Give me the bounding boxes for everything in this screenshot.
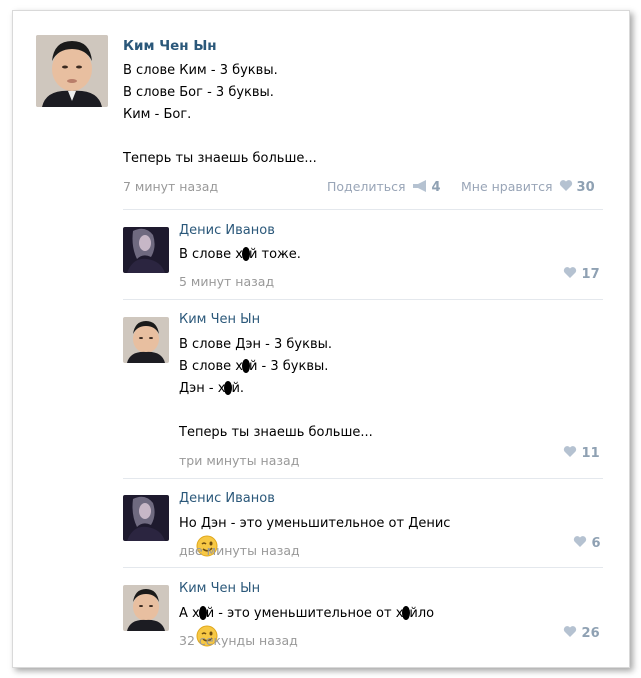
comment-text-part: й. (231, 381, 245, 396)
heart-icon (563, 626, 577, 637)
divider (123, 567, 603, 568)
comment-author-name[interactable]: Денис Иванов (179, 491, 275, 506)
comment-text: В слове х й тоже. (179, 244, 301, 266)
author-avatar[interactable] (36, 35, 108, 107)
post-text-line: В слове Ким - 3 буквы. (123, 63, 278, 78)
megaphone-icon (412, 180, 426, 192)
post-timestamp[interactable]: 7 минут назад (123, 179, 218, 194)
post-text-line: Теперь ты знаешь больше... (123, 151, 317, 166)
comment-like-button[interactable]: 26 (563, 625, 600, 641)
commenter-avatar[interactable] (123, 585, 169, 631)
comment-author-name[interactable]: Ким Чен Ын (179, 581, 260, 596)
comment-timestamp[interactable]: 5 минут назад (179, 274, 274, 289)
heart-icon (563, 267, 577, 278)
comment-text-part: й - это уменьшительное от х (205, 606, 404, 621)
post-text-line: Ким - Бог. (123, 107, 192, 122)
comment-author-name[interactable]: Денис Иванов (179, 223, 275, 238)
commenter-avatar[interactable] (123, 317, 169, 363)
share-label: Поделиться (327, 179, 406, 194)
comment-like-button[interactable]: 17 (563, 266, 600, 282)
comment-like-count: 11 (581, 446, 600, 461)
comment-like-button[interactable]: 6 (573, 535, 601, 551)
divider (123, 478, 603, 479)
post-text-line: В слове Бог - 3 буквы. (123, 85, 274, 100)
heart-icon (563, 446, 577, 457)
comment-like-count: 6 (591, 536, 601, 551)
comment-like-count: 17 (581, 267, 600, 282)
wall-post-card: Ким Чен Ын В слове Ким - 3 буквы. В слов… (12, 10, 630, 668)
comment-text-part: В слове х (179, 359, 243, 374)
comment-timestamp[interactable]: две минуты назад (179, 543, 300, 558)
heart-icon (559, 180, 572, 191)
commenter-avatar[interactable] (123, 495, 169, 541)
divider (123, 209, 603, 210)
post-author-name[interactable]: Ким Чен Ын (123, 38, 217, 54)
comment-text-line: В слове х й - 3 буквы. (179, 356, 328, 378)
comment-text-part: йло (409, 606, 435, 621)
comment-text-part: А х (179, 606, 200, 621)
commenter-avatar[interactable] (123, 227, 169, 273)
comment-text-part: й - 3 буквы. (248, 359, 329, 374)
comment-text-part: В слове х (179, 247, 243, 262)
like-count: 30 (576, 180, 595, 195)
heart-icon (573, 536, 587, 547)
comment-text-part: Но Дэн - это уменьшительное от Денис (179, 516, 451, 531)
comment-timestamp[interactable]: 32 секунды назад (179, 633, 298, 648)
comment-timestamp[interactable]: три минуты назад (179, 453, 299, 468)
comment-text-part: й тоже. (248, 247, 301, 262)
divider (123, 299, 603, 300)
comment-text-line: Дэн - х й. (179, 378, 244, 400)
comment-text-part: Дэн - х (179, 381, 226, 396)
comment-like-count: 26 (581, 626, 600, 641)
like-label: Мне нравится (461, 179, 553, 194)
comment-text-line: В слове Дэн - 3 буквы. (179, 337, 333, 352)
comment-text-line: Теперь ты знаешь больше... (179, 425, 373, 440)
like-button[interactable]: Мне нравится 30 (461, 179, 595, 195)
share-count: 4 (431, 180, 441, 195)
share-button[interactable]: Поделиться 4 (327, 179, 441, 195)
comment-author-name[interactable]: Ким Чен Ын (179, 312, 260, 327)
comment-like-button[interactable]: 11 (563, 445, 600, 461)
